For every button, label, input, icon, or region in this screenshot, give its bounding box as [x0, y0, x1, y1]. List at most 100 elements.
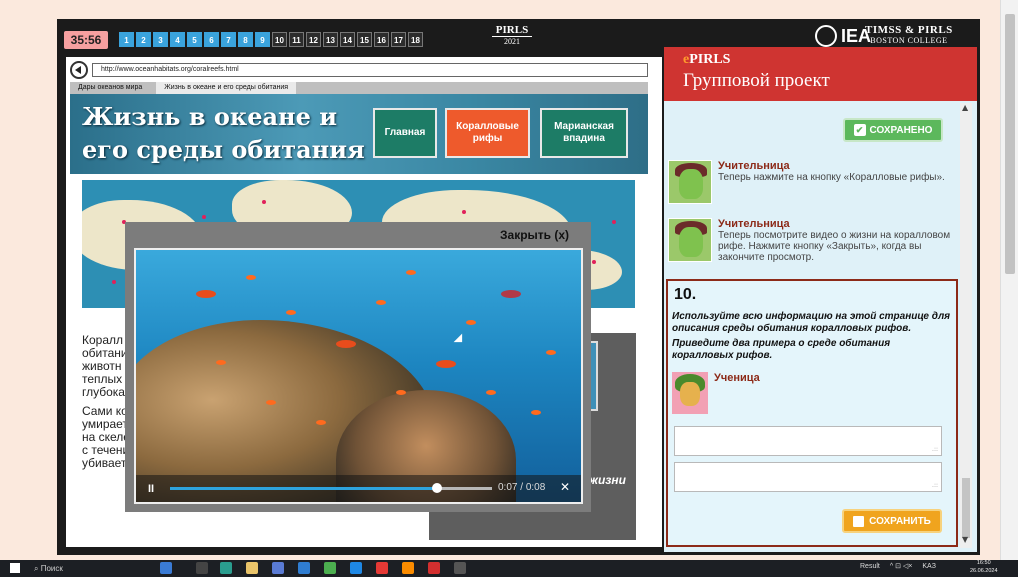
teacher-message: Учительница Теперь посмотрите видео о жи…	[668, 218, 958, 263]
clock-time: 16:50	[976, 560, 991, 566]
question-paragraph: Приведите два примера о среде обитания к…	[672, 338, 891, 361]
video-time-total: 0:08	[525, 482, 546, 493]
close-video-button[interactable]: Закрыть (x)	[500, 228, 569, 242]
store-icon[interactable]	[272, 562, 284, 574]
clock-date: 26.06.2024	[970, 568, 998, 574]
iea-logo: IEA	[815, 25, 871, 47]
video-time: 0:07 / 0:08	[498, 482, 546, 493]
epirls-text: PIRLS	[689, 52, 731, 67]
scroll-down-icon[interactable]: ▼	[962, 535, 968, 544]
save-button[interactable]: СОХРАНИТЬ	[842, 509, 942, 533]
answer-field-2[interactable]: .::	[674, 462, 942, 492]
question-nav-6[interactable]: 6	[204, 32, 219, 47]
scroll-up-icon[interactable]: ▲	[962, 103, 968, 112]
teacher-message: Учительница Теперь нажмите на кнопку «Ко…	[668, 160, 958, 204]
saved-button[interactable]: ✔ СОХРАНЕНО	[843, 118, 943, 142]
question-navigation: 1 2 3 4 5 6 7 8 9 10 11 12 13 14 15 16 17 18	[119, 32, 423, 47]
app-icon[interactable]	[454, 562, 466, 574]
language-indicator[interactable]: KAЗ	[922, 563, 936, 570]
question-nav-4[interactable]: 4	[170, 32, 185, 47]
question-nav-5[interactable]: 5	[187, 32, 202, 47]
question-nav-16[interactable]: 16	[374, 32, 389, 47]
question-nav-7[interactable]: 7	[221, 32, 236, 47]
back-arrow-icon[interactable]	[70, 61, 88, 79]
page-title-line: Жизнь в океане и	[82, 102, 337, 131]
taskbar-app-icon[interactable]	[160, 562, 172, 574]
message-text: Теперь посмотрите видео о жизни на корал…	[718, 230, 951, 263]
pirls-logo-text: PIRLS	[492, 24, 532, 37]
task-view-icon[interactable]	[196, 562, 208, 574]
panel-scrollbar[interactable]: ▲ ▼	[960, 103, 972, 548]
student-name: Ученица	[714, 372, 760, 384]
video-progress-knob[interactable]	[432, 483, 443, 493]
question-nav-17[interactable]: 17	[391, 32, 406, 47]
question-nav-18[interactable]: 18	[408, 32, 423, 47]
app-icon[interactable]	[376, 562, 388, 574]
edge-icon[interactable]	[220, 562, 232, 574]
address-bar: http://www.oceanhabitats.org/coralreefs.…	[70, 61, 648, 79]
iea-globe-icon	[815, 25, 837, 47]
question-nav-2[interactable]: 2	[136, 32, 151, 47]
tray-icons[interactable]: ^ ⊡ ◁×	[890, 562, 913, 570]
pause-icon[interactable]: II	[148, 483, 162, 495]
question-nav-3[interactable]: 3	[153, 32, 168, 47]
window-scrollbar-thumb[interactable]	[1005, 14, 1015, 274]
nav-mariana-trench-button[interactable]: Марианская впадина	[540, 108, 628, 158]
nav-coral-reefs-button[interactable]: Коралловые рифы	[445, 108, 530, 158]
result-indicator[interactable]: Result	[860, 563, 880, 570]
question-nav-15[interactable]: 15	[357, 32, 372, 47]
question-nav-12[interactable]: 12	[306, 32, 321, 47]
windows-start-icon[interactable]	[10, 563, 20, 573]
epirls-logo: ePIRLS	[683, 52, 730, 68]
question-paragraph: Используйте всю информацию на этой стран…	[672, 311, 951, 334]
question-nav-11[interactable]: 11	[289, 32, 304, 47]
page-title: Жизнь в океане и его среды обитания	[82, 100, 382, 166]
explorer-icon[interactable]	[246, 562, 258, 574]
page-title-line: его среды обитания	[82, 135, 365, 164]
breadcrumb-item[interactable]: Дары океанов мира	[70, 82, 150, 94]
window-scrollbar[interactable]	[1000, 0, 1018, 560]
panel-title: Групповой проект	[683, 70, 830, 91]
mute-icon[interactable]: ✕	[560, 480, 570, 494]
breadcrumb-item[interactable]: Жизнь в океане и его среды обитания	[156, 82, 297, 94]
pirls-logo: PIRLS 2021	[492, 24, 532, 46]
question-text: Используйте всю информацию на этой стран…	[672, 311, 954, 365]
boston-college-text: BOSTON COLLEGE	[870, 36, 948, 45]
teacher-avatar	[668, 218, 712, 262]
question-nav-10[interactable]: 10	[272, 32, 287, 47]
question-nav-9[interactable]: 9	[255, 32, 270, 47]
pdf-icon[interactable]	[428, 562, 440, 574]
breadcrumb: Дары океанов мира Жизнь в океане и его ср…	[70, 82, 648, 94]
timss-pirls-logo: TIMSS & PIRLS BOSTON COLLEGE	[865, 24, 953, 45]
timer: 35:56	[64, 31, 108, 49]
answer-field-1[interactable]: .::	[674, 426, 942, 456]
video-time-current: 0:07	[498, 482, 518, 493]
chrome-icon[interactable]	[402, 562, 414, 574]
clock[interactable]: 16:50 26.06.2024	[970, 559, 998, 575]
app-icon[interactable]	[324, 562, 336, 574]
question-number: 10.	[674, 286, 697, 303]
student-avatar	[672, 372, 708, 414]
coral-reef-video[interactable]	[134, 248, 583, 504]
checkmark-icon: ✔	[853, 124, 866, 136]
mail-icon[interactable]	[298, 562, 310, 574]
message-author: Учительница	[718, 160, 790, 172]
app-icon[interactable]	[350, 562, 362, 574]
question-nav-8[interactable]: 8	[238, 32, 253, 47]
nav-home-button[interactable]: Главная	[373, 108, 437, 158]
taskbar-search-label: Поиск	[40, 564, 63, 573]
thumbnail-label: жизни	[589, 473, 626, 487]
taskbar-search[interactable]: ⌕ Поиск	[34, 561, 63, 576]
message-author: Учительница	[718, 218, 790, 230]
video-progress-bar[interactable]	[170, 483, 492, 493]
question-nav-1[interactable]: 1	[119, 32, 134, 47]
question-nav-14[interactable]: 14	[340, 32, 355, 47]
question-nav-13[interactable]: 13	[323, 32, 338, 47]
student-row: Ученица	[672, 372, 760, 414]
message-text: Теперь нажмите на кнопку «Коралловые риф…	[718, 172, 945, 183]
system-tray: Result ^ ⊡ ◁× KAЗ	[860, 562, 936, 571]
timss-pirls-text: TIMSS & PIRLS	[865, 24, 953, 36]
panel-scrollbar-thumb[interactable]	[962, 478, 970, 538]
video-controls: II 0:07 / 0:08 ✕	[136, 475, 581, 502]
save-label: СОХРАНИТЬ	[869, 515, 931, 527]
